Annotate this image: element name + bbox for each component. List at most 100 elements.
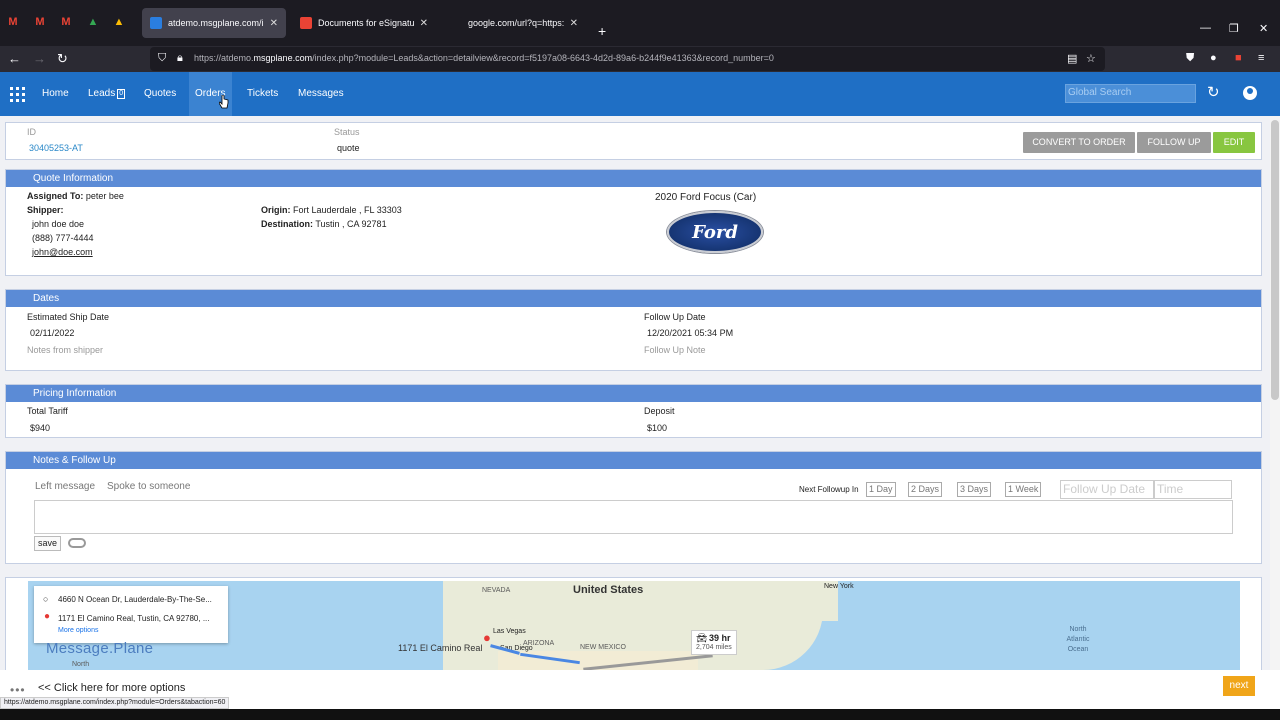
gmail-pinned-tab-icon[interactable]: M [59, 16, 73, 28]
est-ship-date-label: Estimated Ship Date [27, 312, 110, 322]
gmail-pinned-tab-icon[interactable]: M [33, 16, 47, 28]
record-id-link[interactable]: 30405253-AT [29, 143, 83, 153]
app-header: Home Leads 0 Quotes Orders Tickets Messag… [0, 72, 1280, 116]
status-label: Status [334, 127, 360, 137]
destination-address[interactable]: 1171 El Camino Real, Tustin, CA 92780, .… [58, 614, 210, 623]
est-ship-date-value: 02/11/2022 [30, 328, 75, 338]
follow-up-date-label: Follow Up Date [644, 312, 706, 322]
left-message-quick-note[interactable]: Left message [35, 481, 95, 492]
browser-tab-atdemo[interactable]: atdemo.msgplane.com/index.p ✕ [142, 8, 286, 38]
link-status-url: https://atdemo.msgplane.com/index.php?mo… [0, 697, 230, 709]
nav-quotes[interactable]: Quotes [138, 72, 182, 116]
gmail-pinned-tab-icon[interactable]: M [6, 16, 20, 28]
assigned-to: Assigned To: peter bee [27, 191, 124, 201]
attachment-icon[interactable] [68, 538, 86, 548]
map-label-north: North [72, 661, 90, 668]
edit-button[interactable]: EDIT [1213, 132, 1255, 153]
account-icon[interactable]: ● [1210, 52, 1217, 64]
extension-icon[interactable]: ■ [1235, 52, 1242, 64]
browser-tab-strip: M M M ▲ ▲ atdemo.msgplane.com/index.p ✕ … [0, 0, 1280, 46]
forward-icon[interactable]: → [33, 51, 46, 67]
new-tab-icon[interactable]: + [598, 22, 606, 40]
shield-icon[interactable]: ⛉ [158, 52, 166, 65]
follow-up-date-input[interactable]: Follow Up Date [1060, 480, 1154, 499]
shipper-phone[interactable]: (888) 777-4444 [32, 233, 94, 243]
map-label-ocean: North Atlantic Ocean [1066, 626, 1090, 653]
address-bar[interactable]: ⛉ 🔒︎ https://atdemo.msgplane.com/index.p… [150, 47, 1105, 71]
close-tab-icon[interactable]: ✕ [420, 18, 428, 29]
nav-messages[interactable]: Messages [292, 72, 350, 116]
shipper-email-link[interactable]: john@doe.com [32, 247, 93, 257]
shipper-label: Shipper: [27, 205, 64, 215]
pocket-icon[interactable]: ⛊ [1186, 52, 1194, 65]
follow-up-date-value: 12/20/2021 05:34 PM [647, 328, 734, 338]
hamburger-menu-icon[interactable]: ≡ [1258, 52, 1264, 64]
note-textarea[interactable] [34, 500, 1233, 534]
followup-1-week-button[interactable]: 1 Week [1005, 482, 1042, 497]
next-button[interactable]: next [1223, 676, 1255, 696]
close-window-icon[interactable]: ✕ [1259, 22, 1268, 35]
bookmark-star-icon[interactable]: ☆ [1086, 52, 1096, 65]
section-title: Pricing Information [6, 385, 1261, 402]
blank-favicon-icon [450, 17, 462, 29]
section-title: Dates [6, 290, 1261, 307]
more-options-link[interactable]: << Click here for more options [38, 682, 185, 694]
restore-icon[interactable]: ❐ [1229, 22, 1239, 35]
total-tariff-value: $940 [30, 423, 51, 433]
mouse-cursor-icon [219, 95, 229, 109]
follow-up-button[interactable]: FOLLOW UP [1137, 132, 1211, 153]
more-dots-icon[interactable]: ••• [10, 683, 26, 697]
lock-icon[interactable]: 🔒︎ [177, 52, 183, 65]
map-label-nevada: NEVADA [482, 587, 511, 594]
followup-3-days-button[interactable]: 3 Days [957, 482, 992, 497]
route-map[interactable]: United States NEVADA ARIZONA NEW MEXICO … [28, 581, 1240, 670]
origin-circle-icon: ○ [43, 594, 49, 604]
shipper-name: john doe doe [32, 219, 85, 229]
user-profile-icon[interactable] [1243, 86, 1257, 100]
section-title: Quote Information [6, 170, 1261, 187]
follow-up-time-input[interactable]: Time [1154, 480, 1232, 499]
origin-address[interactable]: 4660 N Ocean Dr, Lauderdale-By-The-Se... [58, 595, 212, 604]
refresh-icon[interactable]: ↻ [1207, 83, 1220, 101]
browser-tab-google[interactable]: google.com/url?q=https://u20 ✕ [442, 8, 586, 38]
close-tab-icon[interactable]: ✕ [570, 18, 578, 29]
nav-tickets[interactable]: Tickets [241, 72, 284, 116]
minimize-icon[interactable]: — [1200, 22, 1211, 34]
followup-1-day-button[interactable]: 1 Day [866, 482, 896, 497]
spoke-to-someone-quick-note[interactable]: Spoke to someone [107, 481, 190, 492]
apps-grid-icon[interactable] [10, 87, 25, 102]
back-icon[interactable]: ← [8, 51, 21, 67]
convert-to-order-button[interactable]: CONVERT TO ORDER [1023, 132, 1135, 153]
leads-count-badge: 0 [117, 89, 126, 99]
followup-2-days-button[interactable]: 2 Days [908, 482, 943, 497]
id-label: ID [27, 127, 36, 137]
msgplane-favicon-icon [150, 17, 162, 29]
follow-up-note: Follow Up Note [644, 345, 706, 355]
browser-nav-bar: ← → ↻ ⛉ 🔒︎ https://atdemo.msgplane.com/i… [0, 46, 1280, 72]
route-duration-box[interactable]: 🚘︎ 39 hr 2,704 miles [691, 630, 737, 655]
nav-leads[interactable]: Leads 0 [82, 72, 131, 116]
drive-pinned-tab-icon[interactable]: ▲ [86, 16, 100, 28]
directions-panel[interactable]: ○ 4660 N Ocean Dr, Lauderdale-By-The-Se.… [34, 586, 228, 643]
scrollbar-thumb[interactable] [1271, 120, 1279, 400]
map-label-country: United States [573, 584, 644, 596]
reload-icon[interactable]: ↻ [57, 51, 68, 67]
reader-view-icon[interactable]: ▤ [1067, 52, 1077, 65]
deposit-label: Deposit [644, 406, 675, 416]
destination-marker-icon: ● [44, 611, 51, 622]
browser-tab-documents[interactable]: Documents for eSignature Orde ✕ [292, 8, 436, 38]
url-text[interactable]: https://atdemo.msgplane.com/index.php?mo… [194, 53, 774, 63]
dates-card: Dates [5, 289, 1262, 371]
global-search-input[interactable]: Global Search [1065, 84, 1196, 103]
map-label-lasvegas: Las Vegas [493, 628, 526, 635]
route-duration: 39 hr [709, 633, 731, 643]
map-more-options-link[interactable]: More options [58, 627, 98, 634]
screen-bottom-edge [0, 709, 1280, 720]
drive-pinned-tab-icon[interactable]: ▲ [112, 16, 126, 28]
close-tab-icon[interactable]: ✕ [270, 18, 278, 29]
deposit-value: $100 [647, 423, 668, 433]
save-note-button[interactable]: save [34, 536, 61, 551]
nav-home[interactable]: Home [36, 72, 75, 116]
quote-information-card: Quote Information [5, 169, 1262, 276]
notes-from-shipper: Notes from shipper [27, 345, 104, 355]
